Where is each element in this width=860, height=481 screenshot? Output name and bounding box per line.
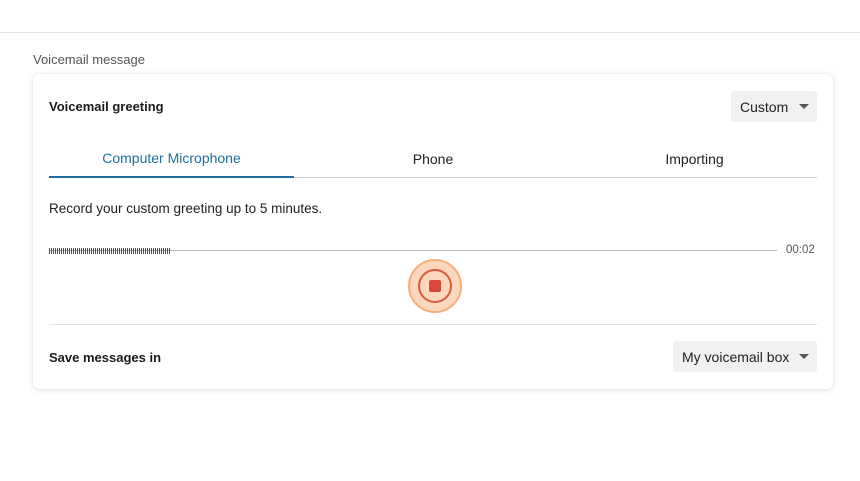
chevron-down-icon bbox=[799, 354, 809, 359]
card-divider bbox=[49, 324, 817, 325]
stop-recording-button[interactable] bbox=[408, 259, 462, 313]
tab-computer-microphone[interactable]: Computer Microphone bbox=[49, 140, 294, 178]
recording-elapsed-time: 00:02 bbox=[786, 244, 815, 256]
top-divider bbox=[0, 32, 860, 33]
voicemail-card: Voicemail greeting Custom Computer Micro… bbox=[33, 74, 833, 389]
greeting-type-value: Custom bbox=[740, 98, 789, 115]
tab-importing[interactable]: Importing bbox=[572, 140, 817, 177]
greeting-source-tabs: Computer Microphone Phone Importing bbox=[49, 140, 817, 178]
voicemail-greeting-title: Voicemail greeting bbox=[49, 99, 164, 114]
recording-waveform bbox=[49, 248, 171, 254]
save-messages-title: Save messages in bbox=[49, 350, 162, 365]
stop-icon bbox=[418, 269, 452, 303]
chevron-down-icon bbox=[799, 104, 809, 109]
stop-square bbox=[429, 280, 441, 292]
section-label: Voicemail message bbox=[33, 52, 145, 67]
save-location-value: My voicemail box bbox=[682, 348, 790, 365]
record-instructions: Record your custom greeting up to 5 minu… bbox=[49, 201, 323, 216]
save-location-select[interactable]: My voicemail box bbox=[673, 341, 817, 372]
greeting-type-select[interactable]: Custom bbox=[731, 91, 817, 122]
tab-phone[interactable]: Phone bbox=[294, 140, 572, 177]
